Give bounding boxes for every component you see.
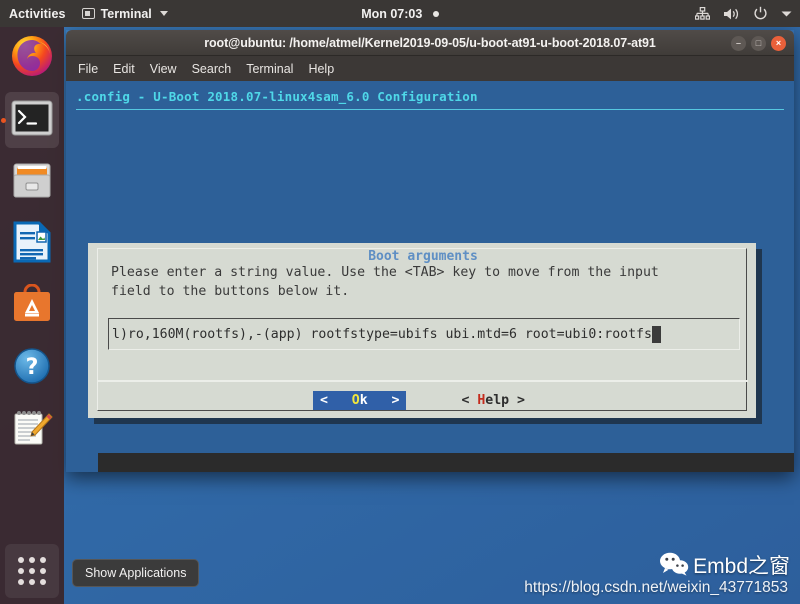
- system-status-area[interactable]: [695, 0, 792, 27]
- volume-icon[interactable]: [723, 7, 740, 21]
- gnome-top-bar: Activities Terminal Mon 07:03: [0, 0, 800, 27]
- dock-item-files[interactable]: [0, 151, 64, 213]
- dialog-prompt-text: Please enter a string value. Use the <TA…: [111, 264, 751, 301]
- dialog-prompt-line1: Please enter a string value. Use the <TA…: [111, 265, 659, 280]
- svg-text:?: ?: [26, 355, 39, 380]
- activities-button[interactable]: Activities: [0, 7, 76, 21]
- grid-dot-icon: [40, 556, 47, 563]
- grid-dot-icon: [17, 579, 24, 586]
- menu-file[interactable]: File: [78, 62, 98, 76]
- boot-arguments-input[interactable]: l)ro,160M(rootfs),-(app) rootfstype=ubif…: [108, 318, 740, 350]
- show-applications-button[interactable]: [5, 544, 59, 598]
- help-button-prefix: <: [461, 392, 478, 408]
- app-menu-terminal[interactable]: Terminal: [76, 7, 174, 21]
- terminal-menubar: File Edit View Search Terminal Help: [66, 56, 794, 81]
- grid-dot-icon: [28, 579, 35, 586]
- dialog-title: Boot arguments: [98, 249, 748, 264]
- ok-button-suffix: >: [367, 392, 400, 408]
- window-controls: – □ ×: [731, 30, 786, 56]
- help-question-icon: ?: [12, 346, 52, 391]
- help-button-rest: elp: [485, 392, 510, 408]
- window-titlebar[interactable]: root@ubuntu: /home/atmel/Kernel2019-09-0…: [66, 30, 794, 56]
- dialog-prompt-line2: field to the buttons below it.: [111, 283, 350, 299]
- close-button[interactable]: ×: [771, 35, 786, 51]
- grid-dot-icon: [28, 567, 35, 574]
- terminal-icon: [81, 8, 95, 19]
- app-menu-label: Terminal: [100, 6, 152, 21]
- ok-button-prefix: <: [320, 392, 352, 408]
- grid-dot-icon: [40, 567, 47, 574]
- ubuntu-software-icon: [12, 283, 52, 329]
- network-icon[interactable]: [695, 6, 710, 21]
- ok-button-hotkey: O: [351, 392, 360, 408]
- menuconfig-header: .config - U-Boot 2018.07-linux4sam_6.0 C…: [76, 89, 478, 104]
- ok-button[interactable]: < Ok >: [313, 390, 407, 410]
- power-icon[interactable]: [753, 6, 768, 21]
- clock-button[interactable]: Mon 07:03: [361, 7, 439, 21]
- terminal-icon: [11, 100, 53, 141]
- grid-dot-icon: [17, 567, 24, 574]
- document-icon: [13, 221, 51, 268]
- grid-dot-icon: [17, 556, 24, 563]
- text-cursor: [651, 325, 661, 343]
- menu-terminal[interactable]: Terminal: [246, 62, 293, 76]
- dock-item-libreoffice-writer[interactable]: [0, 213, 64, 275]
- window-title: root@ubuntu: /home/atmel/Kernel2019-09-0…: [204, 35, 656, 50]
- menu-help[interactable]: Help: [308, 62, 334, 76]
- dialog-button-row: < Ok > < Help >: [97, 388, 748, 412]
- minimize-button[interactable]: –: [731, 35, 746, 51]
- grid-dot-icon: [28, 556, 35, 563]
- menuconfig-header-rule: [76, 109, 784, 110]
- help-button-suffix: >: [509, 392, 525, 408]
- notepad-pencil-icon: [11, 408, 53, 453]
- chevron-down-icon[interactable]: [781, 10, 792, 18]
- ubuntu-dock: ?: [0, 27, 64, 604]
- show-applications-tooltip: Show Applications: [72, 559, 200, 587]
- dock-item-help[interactable]: ?: [0, 337, 64, 399]
- clock-label: Mon 07:03: [361, 6, 423, 21]
- chevron-down-icon: [159, 11, 168, 16]
- dock-item-firefox[interactable]: [0, 27, 64, 89]
- dock-item-terminal[interactable]: [0, 89, 64, 151]
- firefox-icon: [10, 34, 54, 83]
- help-button[interactable]: < Help >: [454, 391, 532, 410]
- dock-item-ubuntu-software[interactable]: [0, 275, 64, 337]
- grid-dot-icon: [40, 579, 47, 586]
- files-cabinet-icon: [11, 160, 53, 205]
- notification-dot-icon: [432, 10, 439, 17]
- menu-view[interactable]: View: [150, 62, 177, 76]
- dialog-drop-shadow: [98, 453, 794, 472]
- running-indicator-icon: [1, 118, 6, 123]
- dock-item-text-editor[interactable]: [0, 399, 64, 461]
- dialog-separator: [97, 380, 748, 382]
- menu-search[interactable]: Search: [192, 62, 232, 76]
- menu-edit[interactable]: Edit: [113, 62, 135, 76]
- boot-arguments-input-value: l)ro,160M(rootfs),-(app) rootfstype=ubif…: [112, 326, 652, 342]
- ok-button-rest: k: [359, 392, 368, 408]
- maximize-button[interactable]: □: [751, 35, 766, 51]
